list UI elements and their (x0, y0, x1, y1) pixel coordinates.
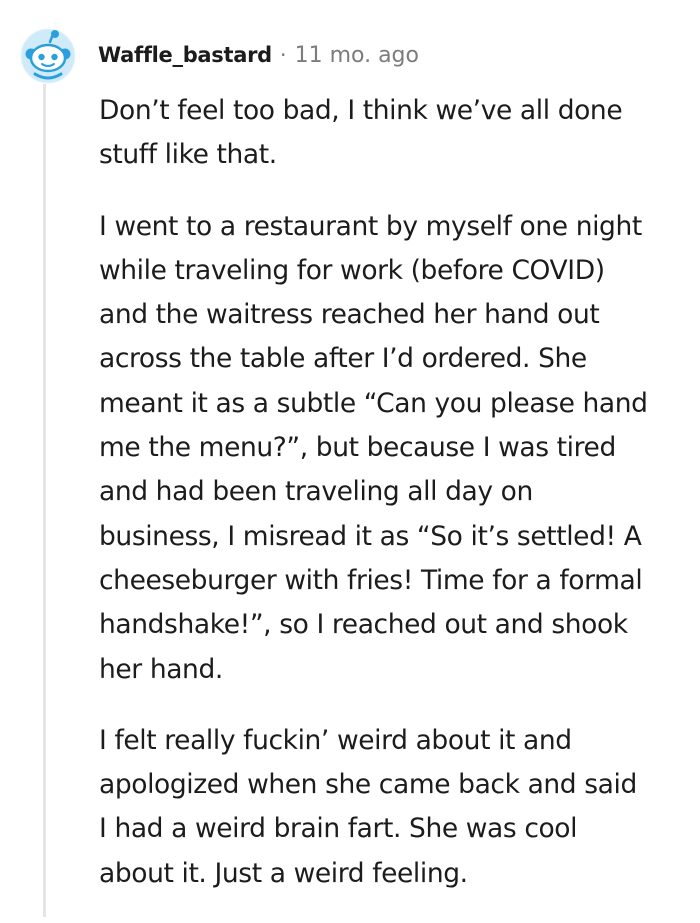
thread-collapse-line[interactable] (43, 84, 46, 917)
comment-body: Don’t feel too bad, I think we’ve all do… (99, 89, 697, 923)
text-line: and had been traveling all day on (99, 476, 533, 508)
text-line: stuff like that. (99, 139, 277, 171)
meta-separator: · (279, 43, 287, 67)
text-line: her hand. (99, 653, 223, 685)
text-line: I had a weird brain fart. She was cool (99, 813, 578, 845)
text-line: while traveling for work (before COVID) (99, 254, 605, 286)
text-line: Don’t feel too bad, I think we’ve all do… (99, 95, 623, 126)
text-line: I felt really fuckin’ weird about it and (99, 724, 572, 756)
text-line: across the table after I’d ordered. She (99, 343, 587, 375)
comment-paragraph: I went to a restaurant by myself one nig… (99, 205, 697, 692)
text-line: business, I misread it as “So it’s settl… (99, 520, 642, 552)
text-line: I went to a restaurant by myself one nig… (99, 210, 642, 242)
text-line: apologized when she came back and said (99, 769, 637, 801)
comment-header: Waffle_bastard · 11 mo. ago (98, 38, 419, 72)
timestamp-link[interactable]: 11 mo. ago (295, 43, 419, 68)
comment: Waffle_bastard · 11 mo. ago Don’t feel t… (0, 0, 700, 917)
comment-paragraph: I felt really fuckin’ weird about it and… (99, 719, 697, 896)
text-line: meant it as a subtle “Can you please han… (99, 387, 648, 419)
text-line: cheeseburger with fries! Time for a form… (99, 564, 643, 596)
snoo-avatar-icon (20, 28, 76, 84)
text-line: handshake!”, so I reached out and shook (99, 609, 628, 641)
username-link[interactable]: Waffle_bastard (98, 43, 272, 67)
user-avatar[interactable] (20, 28, 76, 84)
text-line: me the menu?”, but because I was tired (99, 432, 616, 464)
comment-paragraph: Don’t feel too bad, I think we’ve all do… (99, 89, 697, 178)
text-line: and the waitress reached her hand out (99, 299, 600, 331)
text-line: about it. Just a weird feeling. (99, 857, 468, 889)
